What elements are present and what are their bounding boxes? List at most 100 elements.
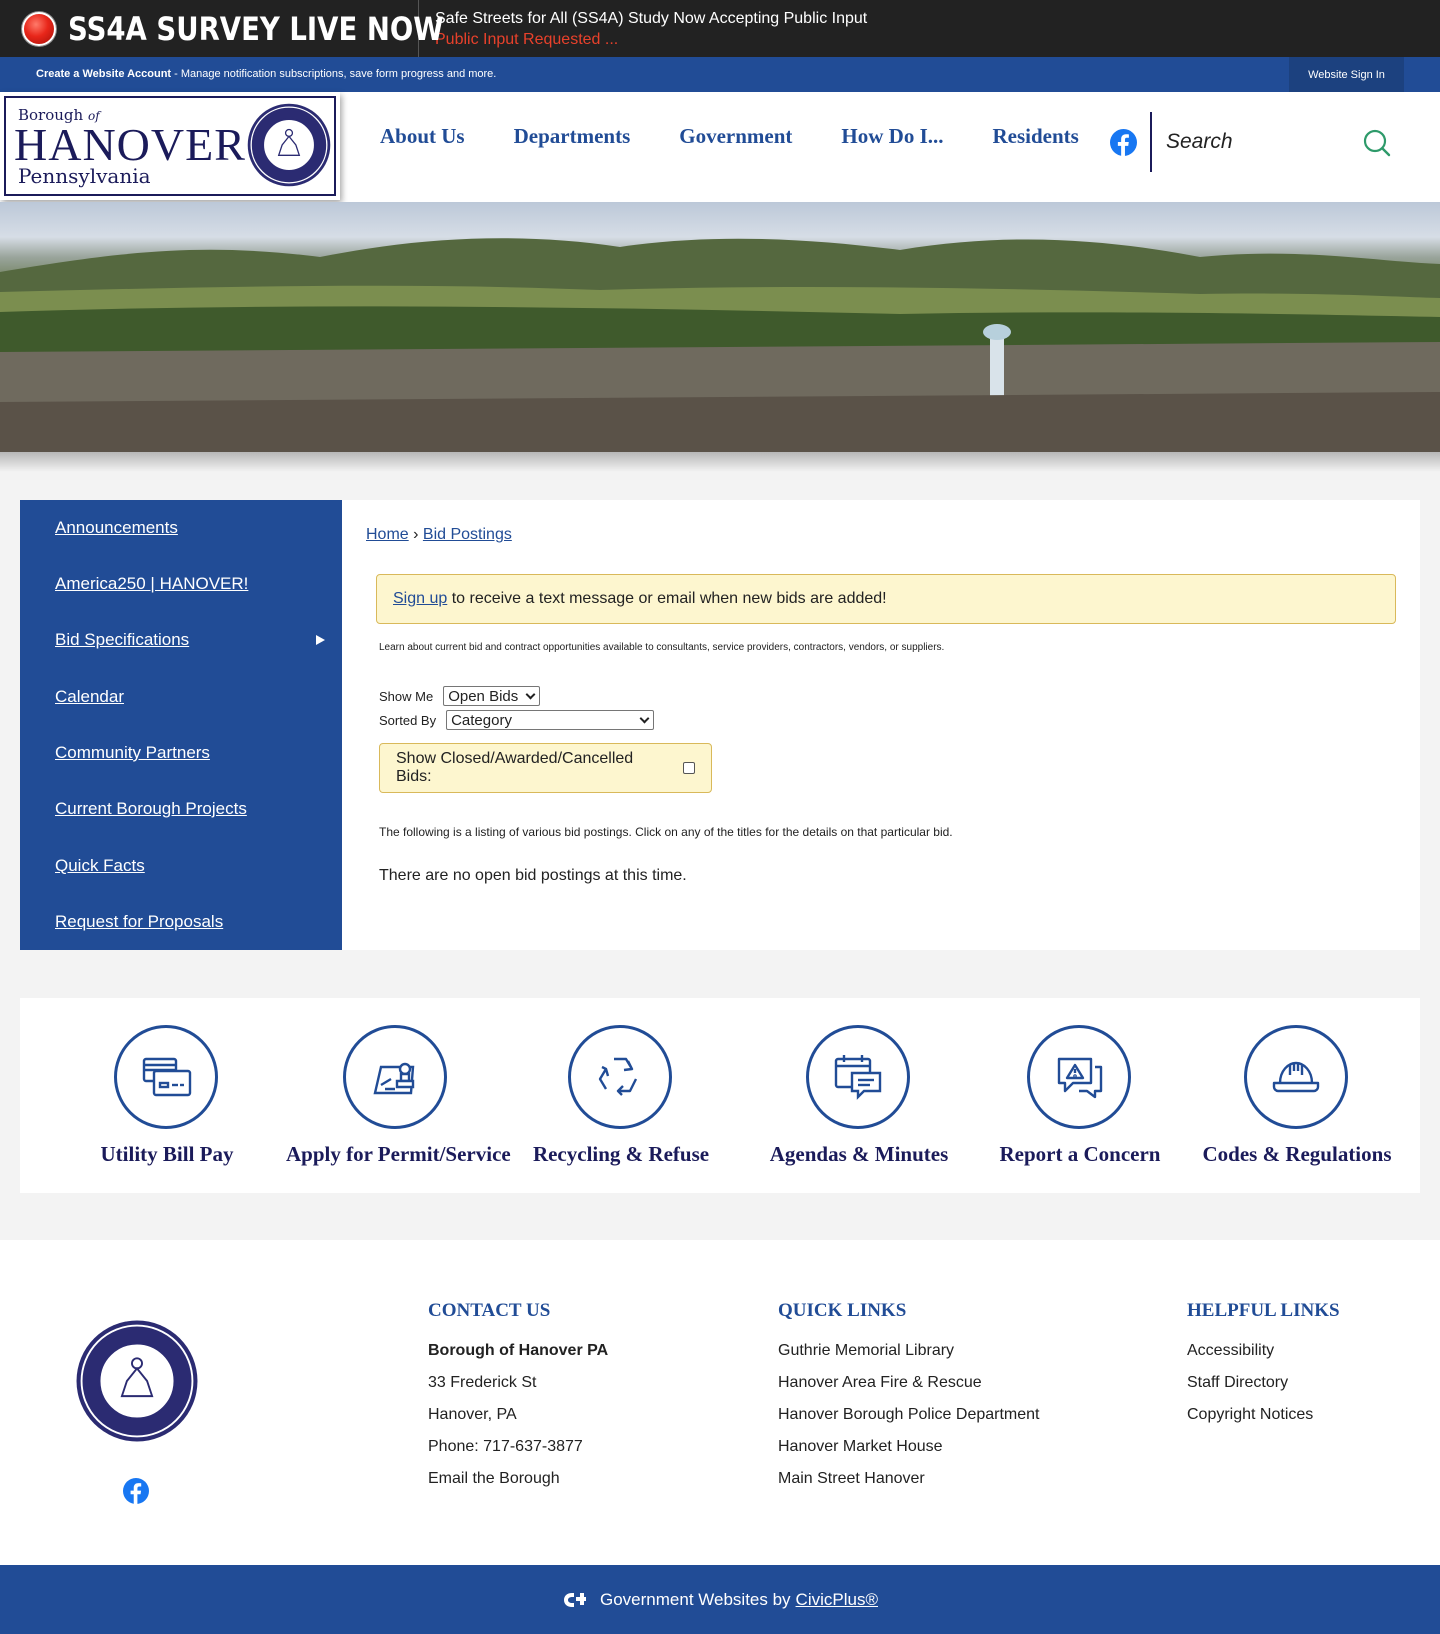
contact-city: Hanover, PA xyxy=(428,1406,517,1423)
search-icon[interactable] xyxy=(1362,128,1392,158)
account-bar: Create a Website Account - Manage notifi… xyxy=(0,57,1440,92)
tile-label: Report a Concern xyxy=(999,1142,1161,1166)
signup-link[interactable]: Sign up xyxy=(393,590,447,607)
tile-label: Agendas & Minutes xyxy=(769,1142,949,1166)
search-divider xyxy=(1150,112,1152,172)
sidebar-item-current-borough-projects[interactable]: Current Borough Projects xyxy=(55,799,247,819)
borough-seal-icon xyxy=(247,103,331,187)
site-logo[interactable]: Borough of HANOVER Pennsylvania xyxy=(0,92,340,200)
sorted-by-label: Sorted By xyxy=(379,712,437,728)
quick-link[interactable]: Hanover Borough Police Department xyxy=(778,1405,1039,1424)
contact-name: Borough of Hanover PA xyxy=(428,1342,609,1359)
contact-heading: CONTACT US xyxy=(428,1300,551,1321)
hero-shadow xyxy=(0,452,1440,472)
sidebar-item-quick-facts[interactable]: Quick Facts xyxy=(55,856,145,876)
alert-message[interactable]: Safe Streets for All (SS4A) Study Now Ac… xyxy=(435,8,867,50)
contact-phone[interactable]: Phone: 717-637-3877 xyxy=(428,1437,608,1456)
create-account-text: Create a Website Account - Manage notifi… xyxy=(36,68,496,80)
footer-quick-links-column: QUICK LINKS Guthrie Memorial Library Han… xyxy=(778,1300,1039,1501)
hero-landscape-illustration xyxy=(0,238,1440,452)
credit-card-icon xyxy=(114,1025,218,1129)
intro-text: Learn about current bid and contract opp… xyxy=(379,642,945,653)
main-content: Home › Bid Postings Sign up to receive a… xyxy=(342,500,1420,950)
sidebar-item-calendar[interactable]: Calendar xyxy=(55,687,124,707)
alert-dot-icon xyxy=(22,11,56,46)
alert-title[interactable]: SS4A SURVEY LIVE NOW xyxy=(68,10,444,48)
tile-label: Apply for Permit/Service xyxy=(286,1142,511,1166)
tile-label: Codes & Regulations xyxy=(1202,1142,1392,1166)
facebook-icon[interactable] xyxy=(123,1478,149,1504)
main-nav: About Us Departments Government How Do I… xyxy=(380,124,1128,149)
contact-street: 33 Frederick St xyxy=(428,1374,537,1391)
sidebar-nav: Announcements America250 | HANOVER! Bid … xyxy=(20,500,342,950)
quick-links-tiles: Utility Bill Pay Apply for Permit/Servic… xyxy=(20,998,1420,1193)
breadcrumb: Home › Bid Postings xyxy=(366,526,512,544)
alert-line2[interactable]: Public Input Requested ... xyxy=(435,29,867,50)
tile-apply-for-permit[interactable]: Apply for Permit/Service xyxy=(286,998,511,1193)
site-header: Borough of HANOVER Pennsylvania About Us… xyxy=(0,92,1440,202)
sidebar-item-community-partners[interactable]: Community Partners xyxy=(55,743,210,763)
nav-about-us[interactable]: About Us xyxy=(380,124,465,149)
create-account-link[interactable]: Create a Website Account xyxy=(36,68,171,80)
signup-text: to receive a text message or email when … xyxy=(447,590,887,607)
tile-utility-bill-pay[interactable]: Utility Bill Pay xyxy=(57,998,277,1193)
contact-email-link[interactable]: Email the Borough xyxy=(428,1469,608,1488)
no-bids-message: There are no open bid postings at this t… xyxy=(379,867,687,884)
facebook-icon[interactable] xyxy=(1110,129,1137,156)
hard-hat-icon xyxy=(1244,1025,1348,1129)
show-closed-box: Show Closed/Awarded/Cancelled Bids: xyxy=(379,743,712,793)
sidebar-item-america250[interactable]: America250 | HANOVER! xyxy=(55,574,248,594)
breadcrumb-separator: › xyxy=(408,526,423,543)
permit-stamp-icon xyxy=(343,1025,447,1129)
quick-links-heading: QUICK LINKS xyxy=(778,1300,907,1321)
logo-line3: Pennsylvania xyxy=(18,164,151,188)
show-me-value: Open Bids xyxy=(448,687,519,705)
nav-how-do-i[interactable]: How Do I... xyxy=(841,124,943,149)
sidebar-item-request-for-proposals[interactable]: Request for Proposals xyxy=(55,912,223,932)
helpful-link[interactable]: Copyright Notices xyxy=(1187,1405,1340,1424)
sorted-by-row: Sorted By Category xyxy=(379,710,655,730)
quick-link[interactable]: Guthrie Memorial Library xyxy=(778,1341,1039,1360)
show-me-row: Show Me Open Bids xyxy=(379,686,541,706)
nav-residents[interactable]: Residents xyxy=(993,124,1079,149)
footer-contact-column: CONTACT US Borough of Hanover PA 33 Fred… xyxy=(428,1300,608,1501)
quick-link[interactable]: Hanover Market House xyxy=(778,1437,1039,1456)
helpful-link[interactable]: Accessibility xyxy=(1187,1341,1340,1360)
breadcrumb-current[interactable]: Bid Postings xyxy=(423,526,512,543)
tile-label: Recycling & Refuse xyxy=(532,1142,710,1166)
show-me-label: Show Me xyxy=(379,688,434,704)
logo-frame: Borough of HANOVER Pennsylvania xyxy=(4,96,336,196)
recycle-icon xyxy=(568,1025,672,1129)
borough-seal-icon xyxy=(76,1320,198,1442)
quick-link[interactable]: Hanover Area Fire & Rescue xyxy=(778,1373,1039,1392)
sidebar-item-announcements[interactable]: Announcements xyxy=(55,518,178,538)
chevron-down-icon xyxy=(639,713,650,723)
signup-notice: Sign up to receive a text message or ema… xyxy=(376,574,1396,624)
nav-departments[interactable]: Departments xyxy=(514,124,631,149)
show-closed-checkbox[interactable] xyxy=(683,762,695,774)
tile-codes-regulations[interactable]: Codes & Regulations xyxy=(1187,998,1407,1193)
website-sign-in-button[interactable]: Website Sign In xyxy=(1289,57,1404,92)
search-input[interactable]: Search xyxy=(1166,130,1233,154)
breadcrumb-home[interactable]: Home xyxy=(366,526,409,543)
tile-agendas-minutes[interactable]: Agendas & Minutes xyxy=(749,998,969,1193)
tile-recycling-refuse[interactable]: Recycling & Refuse xyxy=(511,998,731,1193)
quick-link[interactable]: Main Street Hanover xyxy=(778,1469,1039,1488)
nav-government[interactable]: Government xyxy=(679,124,792,149)
create-account-desc: - Manage notification subscriptions, sav… xyxy=(171,68,497,80)
site-footer: CONTACT US Borough of Hanover PA 33 Fred… xyxy=(0,1240,1440,1565)
sorted-by-select[interactable]: Category xyxy=(446,710,655,730)
tile-report-a-concern[interactable]: Report a Concern xyxy=(970,998,1190,1193)
sorted-by-value: Category xyxy=(451,711,512,729)
show-me-select[interactable]: Open Bids xyxy=(443,686,541,706)
sidebar-item-bid-specifications[interactable]: Bid Specifications xyxy=(55,630,189,650)
alert-line1[interactable]: Safe Streets for All (SS4A) Study Now Ac… xyxy=(435,8,867,29)
expand-arrow-icon[interactable] xyxy=(316,635,325,645)
listing-text: The following is a listing of various bi… xyxy=(379,825,953,839)
helpful-link[interactable]: Staff Directory xyxy=(1187,1373,1340,1392)
helpful-links-heading: HELPFUL LINKS xyxy=(1187,1300,1340,1321)
civicplus-link[interactable]: CivicPlus® xyxy=(796,1590,878,1610)
tile-label: Utility Bill Pay xyxy=(100,1142,234,1166)
calendar-chat-icon xyxy=(806,1025,910,1129)
show-closed-label: Show Closed/Awarded/Cancelled Bids: xyxy=(396,750,634,785)
